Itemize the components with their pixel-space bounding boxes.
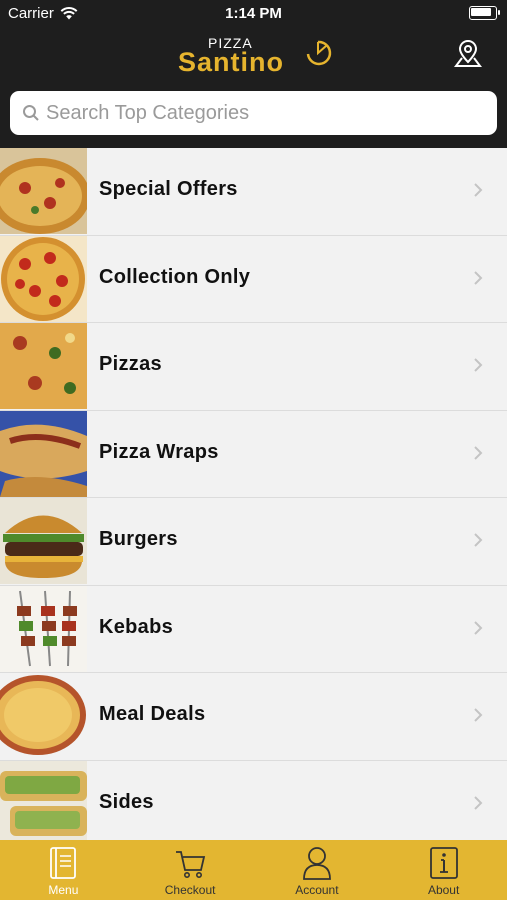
search-input[interactable] (46, 91, 486, 135)
info-icon (429, 847, 458, 879)
category-thumbnail (0, 323, 87, 409)
store-locator-button[interactable] (453, 38, 483, 70)
category-thumbnail (0, 235, 87, 322)
logo-pizza-slice-icon (306, 40, 332, 66)
category-row-special-offers[interactable]: Special Offers (0, 148, 507, 236)
category-label: Burgers (99, 528, 178, 550)
category-row-kebabs[interactable]: Kebabs (0, 585, 507, 673)
battery-icon (469, 6, 500, 20)
tab-account[interactable]: Account (254, 840, 381, 900)
category-row-pizza-wraps[interactable]: Pizza Wraps (0, 410, 507, 498)
tab-checkout[interactable]: Checkout (127, 840, 254, 900)
category-thumbnail (0, 410, 87, 497)
category-label: Meal Deals (99, 703, 206, 725)
status-time: 1:14 PM (225, 5, 282, 22)
category-label: Collection Only (99, 265, 251, 288)
category-row-burgers[interactable]: Burgers (0, 498, 507, 586)
tab-about[interactable]: About (380, 840, 507, 900)
bottom-tab-bar: Menu Checkout Account About (0, 840, 507, 900)
category-thumbnail (0, 673, 87, 759)
chevron-right-icon (474, 795, 483, 810)
category-label: Special Offers (99, 178, 238, 200)
app-header: Carrier 1:14 PM PIZZA Santino (0, 0, 507, 148)
category-row-collection-only[interactable]: Collection Only (0, 235, 507, 323)
category-thumbnail (0, 498, 87, 584)
category-thumbnail (0, 585, 87, 672)
chevron-right-icon (474, 358, 483, 372)
category-row-pizzas[interactable]: Pizzas (0, 323, 507, 411)
cart-icon (176, 851, 206, 878)
tab-label: Menu (48, 883, 79, 897)
chevron-right-icon (474, 183, 483, 197)
tab-label: Account (295, 883, 339, 897)
category-label: Pizzas (99, 353, 162, 375)
category-thumbnail (0, 148, 87, 234)
chevron-right-icon (474, 445, 483, 460)
category-label: Kebabs (99, 615, 174, 638)
user-icon (302, 847, 331, 880)
tab-label: Checkout (164, 883, 216, 897)
chevron-right-icon (474, 620, 483, 635)
category-list: Special Offers Collection Only Pizzas Pi… (0, 148, 507, 840)
search-bar[interactable] (10, 91, 497, 135)
category-thumbnail (0, 760, 87, 840)
chevron-right-icon (474, 270, 483, 285)
tab-label: About (427, 883, 460, 897)
logo-santino-text: Santino (178, 47, 284, 77)
map-pin-icon (454, 39, 482, 67)
tab-menu[interactable]: Menu (0, 840, 127, 900)
status-bar: Carrier 1:14 PM (0, 0, 507, 28)
search-icon (23, 105, 39, 121)
category-row-sides[interactable]: Sides (0, 760, 507, 840)
menu-book-icon (50, 847, 77, 879)
brand-logo: PIZZA Santino (178, 35, 334, 77)
chevron-right-icon (474, 533, 483, 547)
category-label: Sides (99, 790, 154, 813)
chevron-right-icon (474, 708, 483, 722)
category-row-meal-deals[interactable]: Meal Deals (0, 673, 507, 761)
category-label: Pizza Wraps (99, 440, 219, 463)
